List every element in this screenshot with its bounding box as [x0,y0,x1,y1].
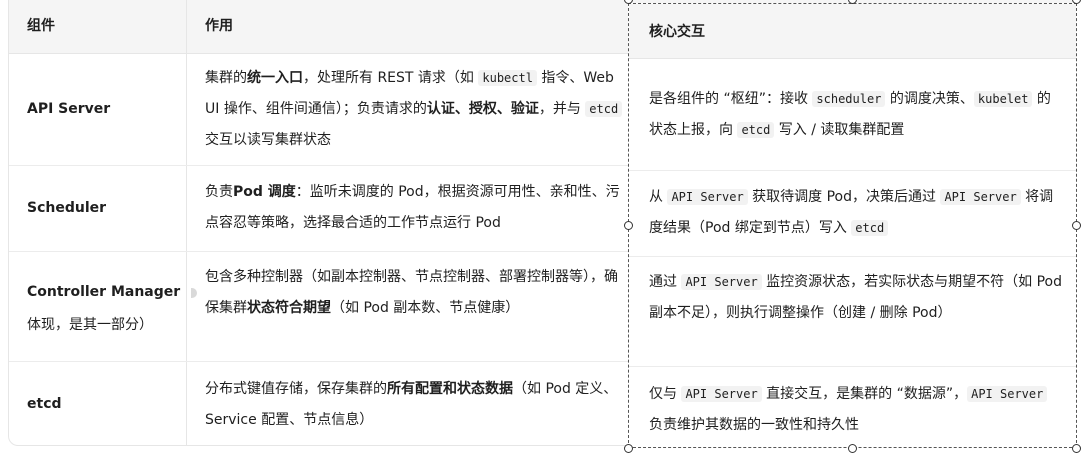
text-span: ，处理所有 REST 请求（如 [303,70,479,86]
text-span: （如 Pod 副本数、节点健康） [331,300,520,316]
header-component: 组件 [27,18,55,34]
text-span: 是各组件的 “枢纽”：接收 [649,91,813,107]
resize-handle-top-right[interactable] [1072,0,1081,4]
interaction-text: 是各组件的 “枢纽”：接收 scheduler 的调度决策、 kubelet 的状… [649,84,1064,146]
resize-handle-left[interactable] [624,221,633,230]
component-name: Scheduler [27,200,107,216]
inline-code: etcd [585,101,623,117]
inline-code: scheduler [812,91,886,107]
inline-code: etcd [851,220,889,236]
interaction-text: 从 API Server 获取待调度 Pod，决策后通过 API Server … [649,182,1064,244]
bold-text: 所有配置和状态数据 [387,381,513,397]
inline-code: API Server [681,274,762,290]
text-span: 从 [649,189,668,205]
row-separator [629,366,1076,367]
resize-handle-right[interactable] [1072,221,1081,230]
text-span: ，并与 [538,101,586,117]
column-divider [186,0,187,445]
text-span: 通过 [649,274,682,290]
bold-text: 统一入口 [247,70,303,86]
component-name: etcd [27,396,62,412]
tooltip-indicator-icon [191,288,197,298]
text-span: 仅与 [649,386,682,402]
interaction-text: 仅与 API Server 直接交互，是集群的 “数据源”， API Server… [649,379,1064,441]
row-separator [629,256,1076,257]
component-name: Controller Manager [27,284,181,300]
bold-text: Pod 调度 [233,184,296,200]
inline-code: kubelet [973,91,1033,107]
inline-code: kubectl [478,70,537,86]
text-span: 分布式键值存储，保存集群的 [205,381,387,397]
inline-code: etcd [737,122,775,138]
inline-code: API Server [681,386,762,402]
inline-code: API Server [940,189,1021,205]
header-interaction: 核心交互 [649,24,705,40]
overlay-header: 核心交互 [629,4,1076,59]
component-role: 分布式键值存储，保存集群的所有配置和状态数据（如 Pod 定义、Service … [205,374,623,436]
text-span: 负责维护其数据的一致性和持久性 [649,417,859,433]
component-name: API Server [27,101,111,117]
component-note: 体现，是其一部分） [27,317,153,333]
component-role: 包含多种控制器（如副本控制器、节点控制器、部署控制器等），确保集群状态符合期望（… [205,262,623,324]
text-span: 直接交互，是集群的 “数据源”， [761,386,968,402]
inline-code: API Server [967,386,1048,402]
text-span: 集群的 [205,70,247,86]
selected-column-overlay[interactable]: 核心交互 是各组件的 “枢纽”：接收 scheduler 的调度决策、 kubel… [628,3,1077,448]
bold-text: 认证、授权、验证 [426,101,539,117]
row-separator [629,170,1076,171]
text-span: 获取待调度 Pod，决策后通过 [747,189,941,205]
inline-code: API Server [667,189,748,205]
component-role: 集群的统一入口，处理所有 REST 请求（如 kubectl 指令、Web UI… [205,63,623,156]
header-role: 作用 [205,18,233,34]
interaction-text: 通过 API Server 监控资源状态，若实际状态与期望不符（如 Pod 副本… [649,267,1064,329]
text-span: 负责 [205,184,233,200]
text-span: 的调度决策、 [885,91,974,107]
text-span: 交互以读写集群状态 [205,132,331,148]
text-span: 写入 / 读取集群配置 [774,122,905,138]
component-role: 负责Pod 调度：监听未调度的 Pod，根据资源可用性、亲和性、污点容忍等策略，… [205,177,623,239]
bold-text: 状态符合期望 [247,300,331,316]
